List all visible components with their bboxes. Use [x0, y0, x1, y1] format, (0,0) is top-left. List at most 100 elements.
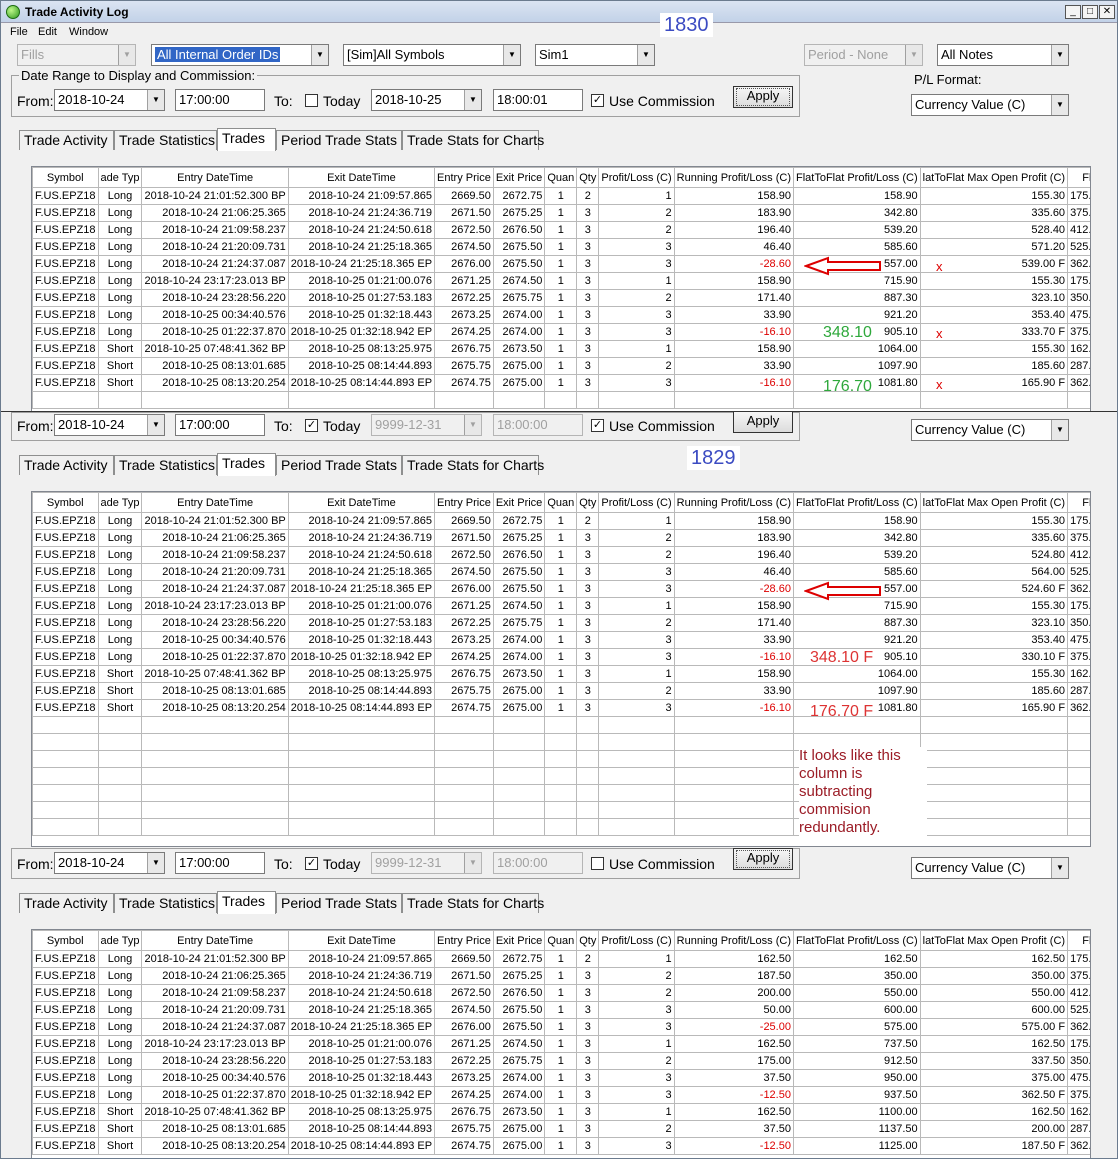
- table-row[interactable]: F.US.EPZ18 Long 2018-10-25 01:22:37.870 201…: [32, 648, 1090, 666]
- column-header[interactable]: ade Typ: [97, 492, 143, 513]
- column-header[interactable]: Exit DateTime: [287, 492, 436, 513]
- tab-trades[interactable]: Trades: [217, 453, 276, 476]
- column-header[interactable]: latToFlat Max Open Profit (C): [919, 167, 1069, 188]
- table-row[interactable]: F.US.EPZ18 Long 2018-10-24 21:01:52.300 BP…: [32, 950, 1090, 968]
- column-header[interactable]: FlatToFlat Profit/Loss (C): [792, 167, 921, 188]
- table-row[interactable]: F.US.EPZ18 Long 2018-10-24 21:09:58.237 201…: [32, 984, 1090, 1002]
- table-row[interactable]: F.US.EPZ18 Long 2018-10-24 23:28:56.220 201…: [32, 614, 1090, 632]
- apply-button[interactable]: Apply: [733, 848, 793, 870]
- column-header[interactable]: FlatToFlat Profit/Loss (C): [792, 930, 921, 951]
- table-row[interactable]: F.US.EPZ18 Long 2018-10-25 00:34:40.576 201…: [32, 631, 1090, 649]
- table-row[interactable]: F.US.EPZ18 Short 2018-10-25 08:13:01.685 20…: [32, 357, 1090, 375]
- table-row[interactable]: F.US.EPZ18 Long 2018-10-25 00:34:40.576 201…: [32, 306, 1090, 324]
- menu-window[interactable]: Window: [69, 26, 108, 38]
- from-time-input[interactable]: 17:00:00: [175, 414, 265, 436]
- to-time-input[interactable]: 18:00:01: [493, 89, 583, 111]
- column-header[interactable]: Exit DateTime: [287, 167, 436, 188]
- table-row[interactable]: F.US.EPZ18 Short 2018-10-25 08:13:01.685 20…: [32, 682, 1090, 700]
- column-header[interactable]: Profit/Loss (C): [598, 930, 675, 951]
- column-header[interactable]: Entry Price: [434, 930, 494, 951]
- account-select[interactable]: Sim1 ▼: [535, 44, 655, 66]
- apply-button[interactable]: Apply: [733, 86, 793, 108]
- table-row[interactable]: F.US.EPZ18 Short 2018-10-25 08:13:20.254 20…: [32, 1137, 1090, 1155]
- trades-grid[interactable]: Symbol ade Typ Entry DateTime Exit DateTime…: [31, 491, 1091, 847]
- column-header[interactable]: Profit/Loss (C): [598, 492, 675, 513]
- column-header[interactable]: Running Profit/Loss (C): [673, 930, 794, 951]
- today-checkbox[interactable]: [305, 94, 318, 107]
- tab-trade-activity[interactable]: Trade Activity: [19, 455, 114, 475]
- table-row[interactable]: F.US.EPZ18 Long 2018-10-24 21:01:52.300 BP…: [32, 187, 1090, 205]
- column-header[interactable]: Entry Price: [434, 492, 494, 513]
- table-row[interactable]: F.US.EPZ18 Short 2018-10-25 08:13:20.254 20…: [32, 374, 1090, 392]
- table-row[interactable]: F.US.EPZ18 Long 2018-10-24 23:17:23.013 BP…: [32, 597, 1090, 615]
- column-header[interactable]: Fl: [1067, 930, 1090, 951]
- column-header[interactable]: FlatToFlat Profit/Loss (C): [792, 492, 921, 513]
- tab-trade-activity[interactable]: Trade Activity: [19, 893, 114, 913]
- table-row[interactable]: F.US.EPZ18 Long 2018-10-24 21:09:58.237 201…: [32, 221, 1090, 239]
- table-row[interactable]: F.US.EPZ18 Long 2018-10-24 23:17:23.013 BP…: [32, 1035, 1090, 1053]
- column-header[interactable]: Entry DateTime: [141, 167, 289, 188]
- tab-period-trade-stats[interactable]: Period Trade Stats: [276, 455, 402, 475]
- table-row[interactable]: F.US.EPZ18 Long 2018-10-24 21:24:37.087 201…: [32, 580, 1090, 598]
- pl-format-select[interactable]: Currency Value (C) ▼: [911, 419, 1069, 441]
- column-header[interactable]: Quan: [544, 492, 578, 513]
- notes-select[interactable]: All Notes ▼: [937, 44, 1069, 66]
- column-header[interactable]: Qty: [576, 167, 600, 188]
- table-row[interactable]: F.US.EPZ18 Long 2018-10-24 21:24:37.087 201…: [32, 255, 1090, 273]
- table-row[interactable]: F.US.EPZ18 Long 2018-10-24 21:06:25.365 201…: [32, 204, 1090, 222]
- column-header[interactable]: Running Profit/Loss (C): [673, 167, 794, 188]
- use-commission-checkbox[interactable]: ✓: [591, 94, 604, 107]
- from-date-picker[interactable]: 2018-10-24 ▼: [54, 852, 165, 874]
- column-header[interactable]: Profit/Loss (C): [598, 167, 675, 188]
- menu-edit[interactable]: Edit: [38, 26, 57, 38]
- apply-button[interactable]: Apply: [733, 411, 793, 433]
- menu-file[interactable]: File: [10, 26, 28, 38]
- column-header[interactable]: Qty: [576, 930, 600, 951]
- table-row[interactable]: F.US.EPZ18 Long 2018-10-24 23:28:56.220 201…: [32, 289, 1090, 307]
- from-date-picker[interactable]: 2018-10-24 ▼: [54, 414, 165, 436]
- column-header[interactable]: Fl: [1067, 492, 1090, 513]
- column-header[interactable]: Entry Price: [434, 167, 494, 188]
- table-row[interactable]: F.US.EPZ18 Long 2018-10-24 21:09:58.237 201…: [32, 546, 1090, 564]
- pl-format-select[interactable]: Currency Value (C) ▼: [911, 94, 1069, 116]
- column-header[interactable]: Exit Price: [492, 492, 546, 513]
- table-row[interactable]: F.US.EPZ18 Long 2018-10-24 21:24:37.087 201…: [32, 1018, 1090, 1036]
- column-header[interactable]: latToFlat Max Open Profit (C): [919, 492, 1069, 513]
- tab-trade-statistics[interactable]: Trade Statistics: [114, 455, 217, 475]
- column-header[interactable]: Quan: [544, 930, 578, 951]
- today-checkbox[interactable]: ✓: [305, 857, 318, 870]
- column-header[interactable]: Qty: [576, 492, 600, 513]
- table-row[interactable]: F.US.EPZ18 Long 2018-10-25 00:34:40.576 201…: [32, 1069, 1090, 1087]
- use-commission-checkbox[interactable]: [591, 857, 604, 870]
- today-checkbox[interactable]: ✓: [305, 419, 318, 432]
- column-header[interactable]: Entry DateTime: [141, 930, 289, 951]
- column-header[interactable]: latToFlat Max Open Profit (C): [919, 930, 1069, 951]
- use-commission-checkbox[interactable]: ✓: [591, 419, 604, 432]
- tab-trade-statistics[interactable]: Trade Statistics: [114, 130, 217, 150]
- trades-grid[interactable]: Symbol ade Typ Entry DateTime Exit DateTime…: [31, 166, 1091, 412]
- column-header[interactable]: Running Profit/Loss (C): [673, 492, 794, 513]
- order-ids-select[interactable]: All Internal Order IDs ▼: [151, 44, 329, 66]
- maximize-button[interactable]: □: [1082, 5, 1098, 19]
- tab-trade-statistics[interactable]: Trade Statistics: [114, 893, 217, 913]
- tab-trades[interactable]: Trades: [217, 128, 276, 151]
- table-row[interactable]: F.US.EPZ18 Short 2018-10-25 07:48:41.362 B…: [32, 665, 1090, 683]
- table-row[interactable]: F.US.EPZ18 Long 2018-10-25 01:22:37.870 201…: [32, 1086, 1090, 1104]
- tab-trade-activity[interactable]: Trade Activity: [19, 130, 114, 150]
- to-date-picker[interactable]: 2018-10-25 ▼: [371, 89, 482, 111]
- close-button[interactable]: ✕: [1099, 5, 1115, 19]
- column-header[interactable]: ade Typ: [97, 930, 143, 951]
- tab-period-trade-stats[interactable]: Period Trade Stats: [276, 130, 402, 150]
- column-header[interactable]: Exit Price: [492, 930, 546, 951]
- table-row[interactable]: F.US.EPZ18 Short 2018-10-25 07:48:41.362 B…: [32, 1103, 1090, 1121]
- column-header[interactable]: Quan: [544, 167, 578, 188]
- tab-trade-stats-for-charts[interactable]: Trade Stats for Charts: [402, 130, 544, 150]
- tab-trade-stats-for-charts[interactable]: Trade Stats for Charts: [402, 893, 544, 913]
- table-row[interactable]: F.US.EPZ18 Long 2018-10-24 21:20:09.731 201…: [32, 238, 1090, 256]
- column-header[interactable]: Fl: [1067, 167, 1090, 188]
- column-header[interactable]: Symbol: [32, 930, 99, 951]
- column-header[interactable]: Symbol: [32, 167, 99, 188]
- minimize-button[interactable]: _: [1065, 5, 1081, 19]
- table-row[interactable]: F.US.EPZ18 Long 2018-10-25 01:22:37.870 201…: [32, 323, 1090, 341]
- trades-grid[interactable]: Symbol ade Typ Entry DateTime Exit DateTime…: [31, 929, 1091, 1158]
